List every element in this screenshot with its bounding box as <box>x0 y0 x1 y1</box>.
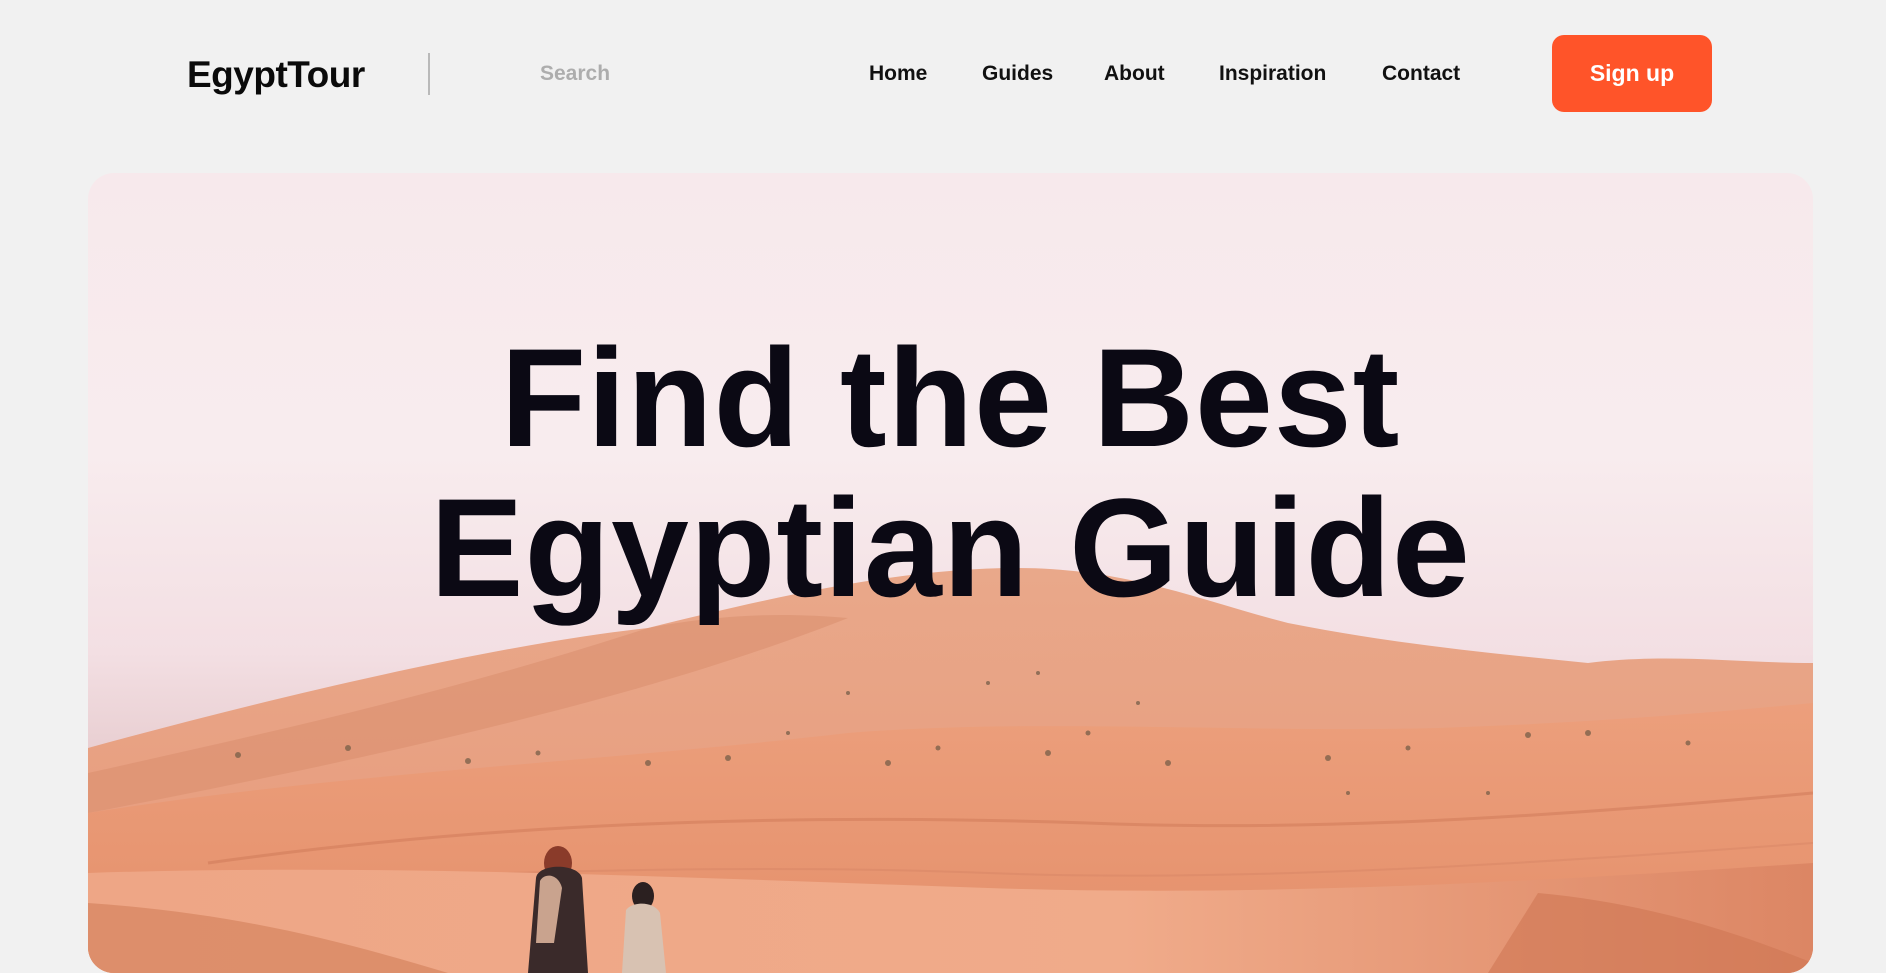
nav-guides-link[interactable]: Guides <box>982 56 1053 92</box>
nav-about-link[interactable]: About <box>1104 56 1165 92</box>
search-input[interactable] <box>530 56 750 92</box>
sign-up-button[interactable]: Sign up <box>1552 35 1712 112</box>
header-divider <box>428 53 430 95</box>
nav-inspiration-link[interactable]: Inspiration <box>1219 56 1326 92</box>
top-navbar: EgyptTour Home Guides About Inspiration … <box>0 0 1886 150</box>
nav-contact-link[interactable]: Contact <box>1382 56 1460 92</box>
brand-logo[interactable]: EgyptTour <box>187 50 365 100</box>
hero-title-line-1: Find the Best <box>500 319 1401 476</box>
nav-home-link[interactable]: Home <box>869 56 927 92</box>
hero-title: Find the Best Egyptian Guide <box>88 323 1813 623</box>
hero-banner: Find the Best Egyptian Guide <box>88 173 1813 973</box>
hero-title-line-2: Egyptian Guide <box>430 469 1471 626</box>
